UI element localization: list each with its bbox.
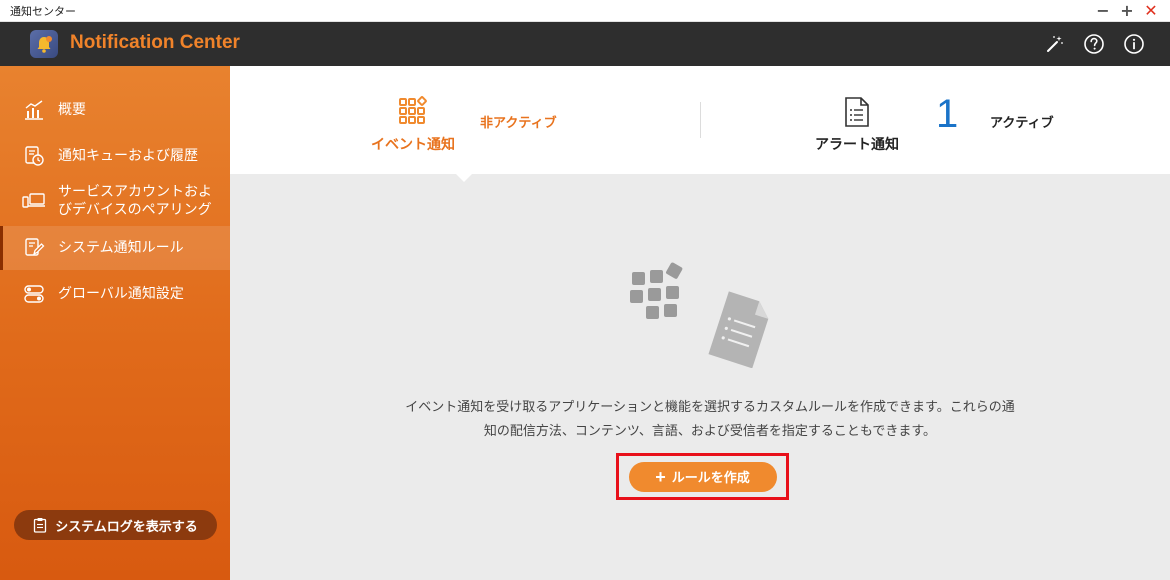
create-rule-highlight: + ルールを作成 <box>616 453 789 500</box>
sidebar-item-pairing[interactable]: サービスアカウントおよ びデバイスのペアリング <box>0 180 230 222</box>
sidebar-item-system-rules[interactable]: システム通知ルール <box>0 226 230 270</box>
window-title: 通知センター <box>10 5 76 18</box>
help-icon[interactable] <box>1083 33 1105 55</box>
app-title: Notification Center <box>70 32 240 53</box>
sidebar-item-global-settings[interactable]: グローバル通知設定 <box>0 274 230 314</box>
clipboard-icon <box>34 518 47 533</box>
close-button[interactable]: ✕ <box>1140 0 1162 22</box>
grid-apps-icon <box>399 96 427 124</box>
view-system-log-button[interactable]: システムログを表示する <box>14 510 217 540</box>
toggle-settings-icon <box>22 282 46 306</box>
sidebar-item-queue-history[interactable]: 通知キューおよび履歴 <box>0 136 230 176</box>
sidebar-item-label-line2: びデバイスのペアリング <box>58 202 212 218</box>
tab-event-label[interactable]: イベント通知 <box>371 134 455 154</box>
magic-wand-icon[interactable] <box>1043 33 1065 55</box>
sidebar: 概要 通知キューおよび履歴 サービスアカウントおよ びデバイスのペアリング シス… <box>0 66 230 580</box>
app-logo-icon <box>30 30 58 58</box>
create-rule-label: ルールを作成 <box>671 470 750 485</box>
tab-alert-label[interactable]: アラート通知 <box>815 134 899 154</box>
minimize-button[interactable]: − <box>1092 0 1114 22</box>
app-header: Notification Center <box>0 22 1170 66</box>
tab-divider <box>700 102 701 138</box>
empty-rules-illustration <box>630 262 769 368</box>
sidebar-item-label: サービスアカウントおよ びデバイスのペアリング <box>58 183 212 219</box>
sidebar-item-label: グローバル通知設定 <box>58 286 184 302</box>
selected-tab-pointer <box>454 172 474 182</box>
rule-edit-icon <box>22 236 46 260</box>
maximize-button[interactable]: + <box>1116 0 1138 22</box>
os-title-bar: 通知センター − + ✕ <box>0 0 1170 22</box>
tab-event-notification[interactable] <box>398 96 428 126</box>
chart-icon <box>22 98 46 122</box>
history-icon <box>22 144 46 168</box>
empty-state-description: イベント通知を受け取るアプリケーションと機能を選択するカスタムルールを作成できま… <box>360 396 1060 444</box>
sidebar-item-label: システム通知ルール <box>58 240 184 256</box>
sidebar-item-label-line1: サービスアカウントおよ <box>58 184 212 200</box>
sidebar-item-label: 概要 <box>58 102 86 118</box>
notification-type-tabs: イベント通知 非アクティブ アラート通知 1 アクティブ <box>230 66 1170 182</box>
description-line2: 知の配信方法、コンテンツ、言語、および受信者を指定することもできます。 <box>483 424 937 439</box>
alert-status-badge: アクティブ <box>990 116 1054 131</box>
devices-icon <box>22 189 46 213</box>
tab-alert-notification[interactable] <box>842 96 872 128</box>
sidebar-item-label: 通知キューおよび履歴 <box>58 148 198 164</box>
document-list-icon <box>845 97 869 127</box>
view-system-log-label: システムログを表示する <box>55 519 198 535</box>
description-line1: イベント通知を受け取るアプリケーションと機能を選択するカスタムルールを作成できま… <box>405 400 1015 415</box>
plus-icon: + <box>655 466 666 487</box>
event-status-badge: 非アクティブ <box>480 116 557 131</box>
alert-active-count: 1 <box>936 92 959 136</box>
info-icon[interactable] <box>1123 33 1145 55</box>
sidebar-item-overview[interactable]: 概要 <box>0 90 230 130</box>
create-rule-button[interactable]: + ルールを作成 <box>628 461 777 492</box>
